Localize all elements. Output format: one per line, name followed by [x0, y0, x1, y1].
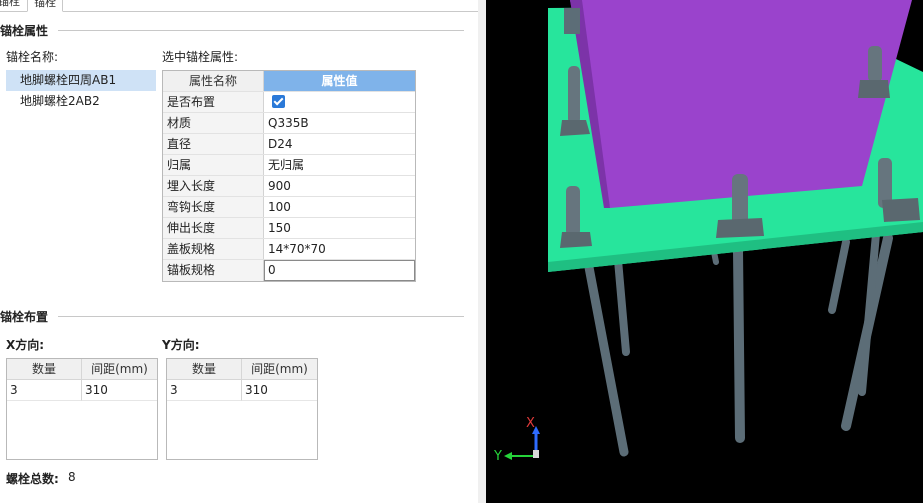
axis-y-label: Y — [494, 449, 502, 464]
list-item[interactable]: 地脚螺栓四周AB1 — [6, 70, 156, 91]
x-direction-label: X方向: — [6, 338, 45, 352]
property-grid: 属性名称 属性值 是否布置 材质 Q335B 直径 D24 归属 无归属 埋入长… — [162, 70, 416, 282]
header-property-value: 属性值 — [264, 71, 415, 91]
prop-value[interactable]: 150 — [264, 218, 415, 238]
axis-x-label: X — [526, 416, 535, 431]
prop-value[interactable]: 14*70*70 — [264, 239, 415, 259]
prop-value[interactable]: 无归属 — [264, 155, 415, 175]
bolt-head — [568, 66, 580, 124]
checkbox-checked-icon[interactable] — [272, 95, 285, 108]
prop-name: 是否布置 — [163, 92, 264, 112]
anchor-plate-spec-input[interactable]: 0 — [264, 260, 415, 281]
bolt-washer — [560, 232, 592, 248]
bolt-shaft — [733, 245, 745, 443]
3d-scene — [504, 0, 923, 460]
prop-name: 埋入长度 — [163, 176, 264, 196]
x-count-cell[interactable]: 3 — [7, 380, 82, 401]
x-direction-grid: 数量 间距(mm) 3 310 — [6, 358, 158, 460]
prop-name: 归属 — [163, 155, 264, 175]
prop-value[interactable]: D24 — [264, 134, 415, 154]
anchor-name-label: 锚栓名称: — [6, 50, 59, 64]
axis-origin — [533, 450, 539, 458]
table-row: 锚板规格 0 — [163, 260, 415, 281]
prop-name: 材质 — [163, 113, 264, 133]
tab-strip: 锚栓 锚栓 — [0, 0, 478, 12]
header-property-name: 属性名称 — [163, 71, 264, 91]
left-panel: 锚栓 锚栓 锚栓属性 锚栓名称: 选中锚栓属性: 地脚螺栓四周AB1 地脚螺栓2… — [0, 0, 478, 503]
header-count: 数量 — [167, 359, 242, 379]
prop-value[interactable]: Q335B — [264, 113, 415, 133]
bolt-head — [564, 8, 580, 34]
header-spacing: 间距(mm) — [251, 362, 308, 376]
prop-name: 直径 — [163, 134, 264, 154]
tab-anchor[interactable]: 锚栓 — [27, 0, 63, 12]
header-spacing: 间距(mm) — [91, 362, 148, 376]
y-direction-grid: 数量 间距(mm) 3 310 — [166, 358, 318, 460]
y-direction-label: Y方向: — [162, 338, 200, 352]
section-title-anchor-layout: 锚栓布置 — [0, 310, 49, 324]
table-row: 弯钩长度 100 — [163, 197, 415, 218]
table-row: 直径 D24 — [163, 134, 415, 155]
section-title-anchor-props: 锚栓属性 — [0, 24, 49, 38]
bolt-washer — [858, 80, 890, 98]
tab-anchor-prev[interactable]: 锚栓 — [0, 0, 24, 12]
bolt-shaft — [614, 256, 630, 356]
axis-gizmo — [504, 426, 540, 460]
selected-props-label: 选中锚栓属性: — [162, 50, 239, 64]
y-spacing-cell[interactable]: 310 — [242, 380, 317, 401]
3d-viewport[interactable]: Y X — [486, 0, 923, 503]
grid-header-row: 数量 间距(mm) — [167, 359, 317, 380]
bolt-washer — [882, 198, 920, 222]
grid-header-row: 属性名称 属性值 — [163, 71, 415, 92]
bolt-washer — [716, 218, 764, 238]
section-divider — [58, 30, 464, 31]
table-row: 盖板规格 14*70*70 — [163, 239, 415, 260]
x-spacing-cell[interactable]: 310 — [82, 380, 157, 401]
anchor-list: 地脚螺栓四周AB1 地脚螺栓2AB2 — [6, 70, 156, 280]
splitter[interactable] — [478, 0, 486, 503]
table-row: 埋入长度 900 — [163, 176, 415, 197]
table-row: 材质 Q335B — [163, 113, 415, 134]
bolt-washer — [560, 120, 590, 136]
table-row: 3 310 — [7, 380, 157, 401]
bolt-total-value: 8 — [68, 470, 76, 484]
table-row: 3 310 — [167, 380, 317, 401]
bolt-shaft — [828, 238, 850, 314]
bolt-shafts — [583, 230, 893, 457]
y-count-cell[interactable]: 3 — [167, 380, 242, 401]
prop-name: 盖板规格 — [163, 239, 264, 259]
bolt-head — [868, 46, 882, 82]
prop-value[interactable]: 100 — [264, 197, 415, 217]
grid-header-row: 数量 间距(mm) — [7, 359, 157, 380]
section-divider — [58, 316, 464, 317]
header-count: 数量 — [7, 359, 82, 379]
table-row: 伸出长度 150 — [163, 218, 415, 239]
y-axis-arrowhead — [504, 452, 512, 460]
table-row: 归属 无归属 — [163, 155, 415, 176]
list-item[interactable]: 地脚螺栓2AB2 — [6, 91, 156, 112]
prop-value — [264, 92, 415, 112]
bolt-head — [566, 186, 580, 236]
prop-name: 伸出长度 — [163, 218, 264, 238]
prop-name: 锚板规格 — [163, 260, 264, 281]
bolt-total-label: 螺栓总数: — [6, 472, 59, 486]
prop-name: 弯钩长度 — [163, 197, 264, 217]
table-row: 是否布置 — [163, 92, 415, 113]
prop-value[interactable]: 900 — [264, 176, 415, 196]
